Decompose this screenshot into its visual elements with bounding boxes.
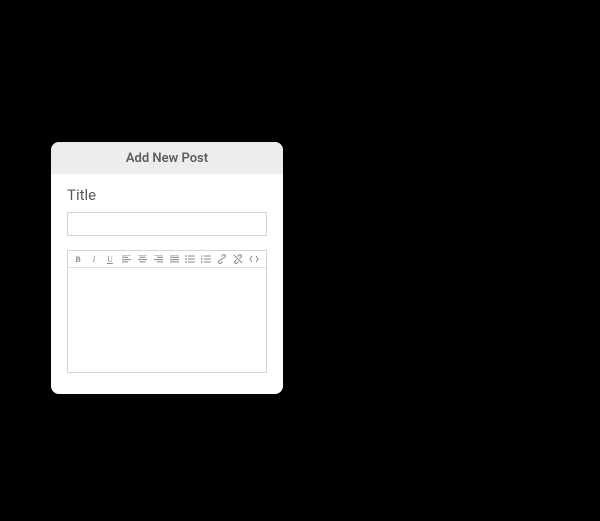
link-button[interactable] [214, 252, 230, 266]
align-left-icon [122, 255, 131, 263]
align-right-button[interactable] [150, 252, 166, 266]
unordered-list-button[interactable] [182, 252, 198, 266]
editor-toolbar: B I U [68, 251, 266, 268]
panel-title: Add New Post [126, 151, 208, 166]
unlink-icon [233, 254, 243, 264]
body-textarea[interactable] [68, 268, 266, 368]
add-post-panel: Add New Post Title B I U [51, 142, 283, 394]
code-button[interactable] [246, 252, 262, 266]
underline-button[interactable]: U [102, 252, 118, 266]
ordered-list-button[interactable] [198, 252, 214, 266]
unlink-button[interactable] [230, 252, 246, 266]
rich-text-editor: B I U [67, 250, 267, 373]
underline-icon: U [107, 255, 113, 264]
title-label: Title [67, 186, 267, 204]
bold-icon: B [75, 255, 80, 264]
align-right-icon [154, 255, 163, 263]
italic-button[interactable]: I [86, 252, 102, 266]
panel-body: Title B I U [51, 174, 283, 389]
align-center-icon [138, 255, 147, 263]
italic-icon: I [93, 255, 96, 264]
link-icon [217, 254, 227, 264]
bold-button[interactable]: B [70, 252, 86, 266]
unordered-list-icon [185, 255, 195, 263]
align-justify-icon [170, 255, 179, 263]
panel-header: Add New Post [51, 142, 283, 174]
ordered-list-icon [201, 255, 211, 263]
code-icon [249, 255, 259, 263]
align-left-button[interactable] [118, 252, 134, 266]
align-center-button[interactable] [134, 252, 150, 266]
title-input[interactable] [67, 212, 267, 236]
align-justify-button[interactable] [166, 252, 182, 266]
